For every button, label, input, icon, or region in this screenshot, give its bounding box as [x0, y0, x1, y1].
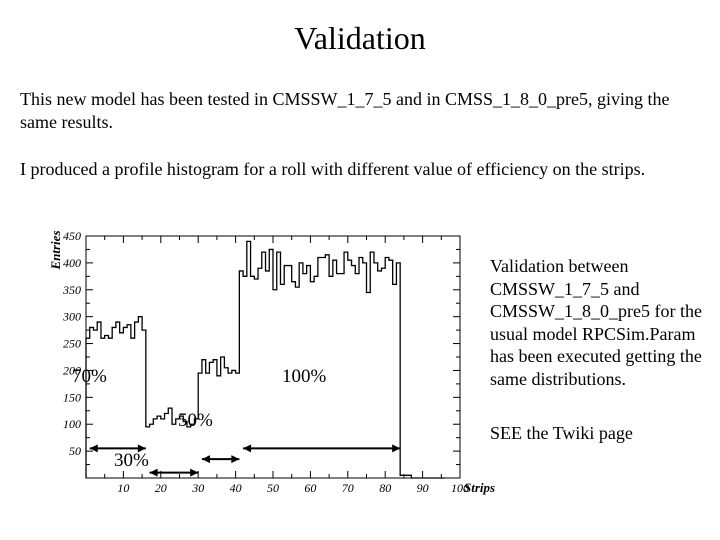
- svg-text:80: 80: [379, 481, 391, 495]
- svg-text:300: 300: [62, 310, 81, 324]
- svg-text:70: 70: [342, 481, 354, 495]
- page-title: Validation: [0, 20, 720, 57]
- annotation-70pct: 70%: [72, 366, 107, 388]
- svg-text:10: 10: [117, 481, 129, 495]
- paragraph-1: This new model has been tested in CMSSW_…: [20, 88, 700, 133]
- histogram-plot: 1020304050607080901005010015020025030035…: [40, 228, 470, 508]
- svg-text:100: 100: [63, 417, 81, 431]
- svg-text:60: 60: [304, 481, 316, 495]
- svg-text:150: 150: [63, 390, 81, 404]
- paragraph-2: I produced a profile histogram for a rol…: [20, 158, 700, 181]
- svg-text:50: 50: [69, 444, 81, 458]
- svg-text:400: 400: [63, 256, 81, 270]
- svg-text:250: 250: [63, 337, 81, 351]
- svg-text:50: 50: [267, 481, 279, 495]
- svg-text:Strips: Strips: [464, 480, 495, 495]
- svg-text:450: 450: [63, 229, 81, 243]
- svg-text:350: 350: [62, 283, 81, 297]
- svg-text:20: 20: [155, 481, 167, 495]
- svg-text:40: 40: [230, 481, 242, 495]
- caption-seetwiki: SEE the Twiki page: [490, 422, 705, 445]
- caption-validation: Validation between CMSSW_1_7_5 and CMSSW…: [490, 255, 705, 390]
- annotation-50pct: 50%: [178, 410, 213, 432]
- svg-text:30: 30: [191, 481, 204, 495]
- svg-text:Entries: Entries: [48, 230, 63, 270]
- svg-text:90: 90: [417, 481, 429, 495]
- annotation-30pct: 30%: [114, 450, 149, 472]
- annotation-100pct: 100%: [282, 366, 326, 388]
